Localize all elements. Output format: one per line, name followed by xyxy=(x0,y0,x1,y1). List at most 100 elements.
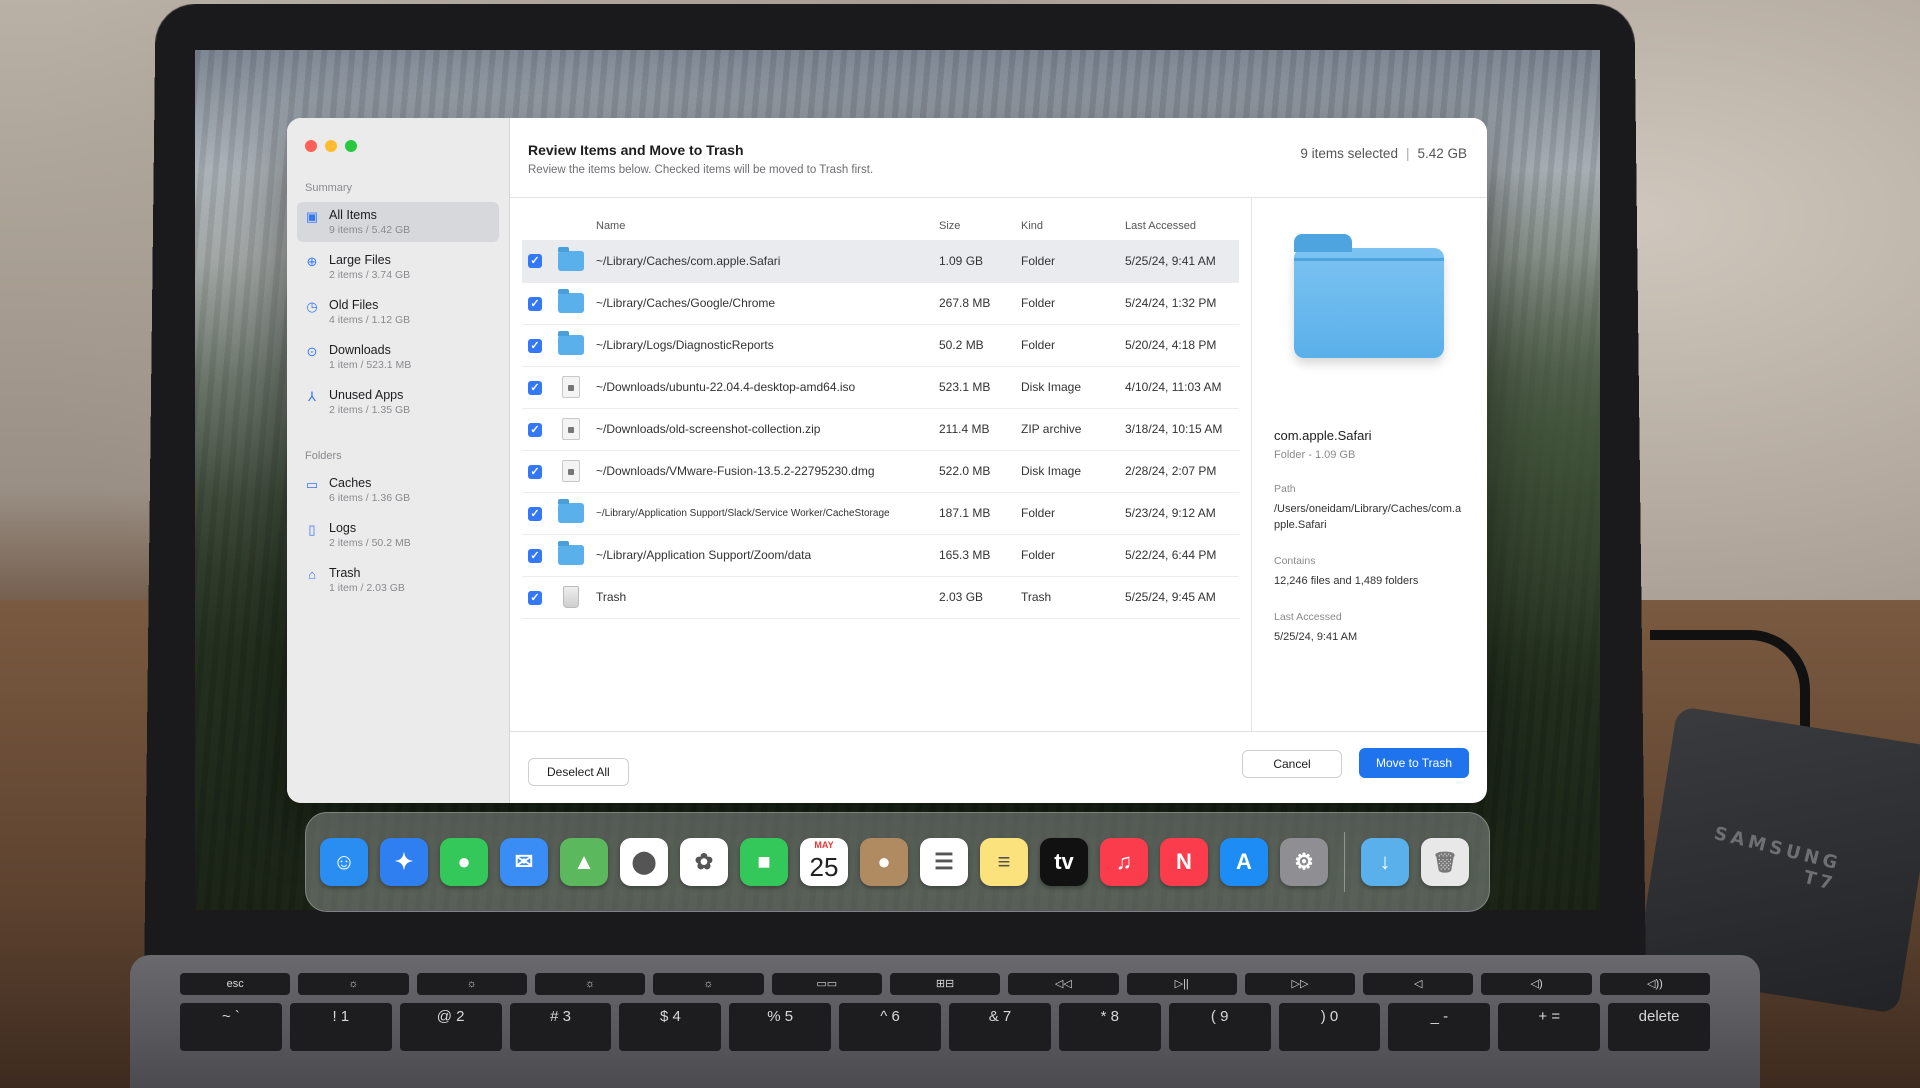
row-kind: Folder xyxy=(1015,282,1119,325)
sidebar-item-count: 2 items / 3.74 GB xyxy=(329,269,411,281)
row-checkbox[interactable]: ✓ xyxy=(528,338,542,353)
row-checkbox-cell: ✓ xyxy=(522,408,552,451)
row-checkbox[interactable]: ✓ xyxy=(528,506,542,521)
key: ▷▷ xyxy=(1244,973,1356,995)
table-row[interactable]: ✓ ~/Library/Application Support/Zoom/data… xyxy=(522,534,1239,577)
music-icon[interactable]: ♫ xyxy=(1100,838,1148,886)
key: esc xyxy=(180,973,291,995)
system-settings-icon[interactable]: ⚙ xyxy=(1280,838,1328,886)
sidebar-item-caches[interactable]: ▭ Caches 6 items / 1.36 GB xyxy=(297,470,499,510)
column-last-accessed[interactable]: Last Accessed xyxy=(1119,206,1239,240)
row-size: 522.0 MB xyxy=(933,450,1015,493)
sidebar-item-old-files[interactable]: ◷ Old Files 4 items / 1.12 GB xyxy=(297,292,499,332)
detail-panel: com.apple.Safari Folder - 1.09 GB Path /… xyxy=(1252,198,1487,731)
column-name[interactable]: Name xyxy=(590,206,933,240)
sidebar-item-logs[interactable]: ▯ Logs 2 items / 50.2 MB xyxy=(297,515,499,555)
downloads-folder-icon[interactable]: ↓ xyxy=(1361,838,1409,886)
deselect-all-button[interactable]: Deselect All xyxy=(528,758,629,786)
google-maps-icon[interactable]: ⬤ xyxy=(620,838,668,886)
minimize-window-button[interactable] xyxy=(325,140,337,152)
apps-icon: ⅄ xyxy=(308,389,316,404)
row-checkbox[interactable]: ✓ xyxy=(528,296,542,311)
summary-heading: Summary xyxy=(305,182,353,194)
messages-icon[interactable]: ● xyxy=(440,838,488,886)
key: ( 9 xyxy=(1168,1003,1271,1051)
detail-kind: Folder - 1.09 GB xyxy=(1274,449,1356,461)
sidebar-item-text: Caches 6 items / 1.36 GB xyxy=(329,476,410,504)
app-window: Summary ▣ All Items 9 items / 5.42 GB ⊕ Larg… xyxy=(287,118,1487,803)
sidebar-item-unused-apps[interactable]: ⅄ Unused Apps 2 items / 1.35 GB xyxy=(297,382,499,422)
photos-icon[interactable]: ✿ xyxy=(680,838,728,886)
sidebar-item-all-items[interactable]: ▣ All Items 9 items / 5.42 GB xyxy=(297,202,499,242)
key: ▭▭ xyxy=(771,973,882,995)
selection-count: 9 items selected xyxy=(1300,146,1398,161)
contacts-icon[interactable]: ● xyxy=(860,838,908,886)
row-kind: Folder xyxy=(1015,534,1119,577)
dock-separator xyxy=(1344,832,1345,892)
row-checkbox[interactable]: ✓ xyxy=(528,590,542,605)
table-row[interactable]: ✓ ~/Library/Logs/DiagnosticReports 50.2 MB… xyxy=(522,324,1239,367)
key: * 8 xyxy=(1058,1003,1161,1051)
selection-summary: 9 items selected | 5.42 GB xyxy=(1300,146,1467,161)
sidebar-item-label: All Items xyxy=(329,208,377,222)
row-checkbox-cell: ✓ xyxy=(522,324,552,367)
key: ◁) xyxy=(1481,973,1592,995)
key: & 7 xyxy=(949,1003,1051,1051)
news-icon[interactable]: N xyxy=(1160,838,1208,886)
row-icon-cell xyxy=(552,408,590,451)
calendar-icon[interactable]: MAY 25 xyxy=(800,838,848,886)
row-size: 523.1 MB xyxy=(933,366,1015,409)
key: ◁◁ xyxy=(1008,973,1119,995)
key: % 5 xyxy=(729,1003,832,1051)
sidebar-item-text: Unused Apps 2 items / 1.35 GB xyxy=(329,388,410,416)
mail-icon[interactable]: ✉ xyxy=(500,838,548,886)
trash-icon xyxy=(563,586,579,608)
apple-tv-icon[interactable]: tv xyxy=(1040,838,1088,886)
row-last-accessed: 5/23/24, 9:12 AM xyxy=(1119,492,1239,535)
row-checkbox[interactable]: ✓ xyxy=(528,380,542,395)
reminders-icon[interactable]: ☰ xyxy=(920,838,968,886)
row-checkbox[interactable]: ✓ xyxy=(528,464,542,479)
row-checkbox[interactable]: ✓ xyxy=(528,422,542,437)
detail-contains-value: 12,246 files and 1,489 folders xyxy=(1274,575,1419,587)
detail-path-value: /Users/oneidam/Library/Caches/com.apple.… xyxy=(1274,503,1462,531)
finder-icon[interactable]: ☺ xyxy=(320,838,368,886)
dock: ☺ ✦ ● ✉ ▲ ⬤ ✿ ■ MAY 25 ● ☰ ≡ tv ♫ N A ⚙ ↓ 🗑 xyxy=(305,812,1490,912)
file-icon xyxy=(562,418,580,440)
column-size[interactable]: Size xyxy=(933,206,1015,240)
zoom-window-button[interactable] xyxy=(345,140,357,152)
table-row[interactable]: ✓ ~/Downloads/VMware-Fusion-13.5.2-227952… xyxy=(522,450,1239,493)
table-row[interactable]: ✓ ~/Library/Caches/com.apple.Safari 1.09 G… xyxy=(522,240,1239,283)
close-window-button[interactable] xyxy=(305,140,317,152)
cancel-button[interactable]: Cancel xyxy=(1242,750,1342,778)
row-checkbox[interactable]: ✓ xyxy=(528,254,542,269)
move-to-trash-button[interactable]: Move to Trash xyxy=(1358,748,1469,778)
app-store-icon[interactable]: A xyxy=(1220,838,1268,886)
notes-icon[interactable]: ≡ xyxy=(980,838,1028,886)
sidebar-item-count: 2 items / 50.2 MB xyxy=(329,537,411,549)
maps-icon[interactable]: ▲ xyxy=(560,838,608,886)
table-row[interactable]: ✓ Trash 2.03 GB Trash 5/25/24, 9:45 AM xyxy=(522,576,1239,619)
table-row[interactable]: ✓ ~/Downloads/old-screenshot-collection.z… xyxy=(522,408,1239,451)
sidebar-item-downloads[interactable]: ⊙ Downloads 1 item / 523.1 MB xyxy=(297,337,499,377)
key: # 3 xyxy=(509,1003,612,1051)
row-kind: Folder xyxy=(1015,240,1119,283)
facetime-icon[interactable]: ■ xyxy=(740,838,788,886)
sidebar-item-trash[interactable]: ⌂ Trash 1 item / 2.03 GB xyxy=(297,560,499,600)
column-kind[interactable]: Kind xyxy=(1015,206,1119,240)
sidebar-item-label: Caches xyxy=(329,476,372,490)
keyboard: esc ☼ ☼ ☼ ☼ ▭▭ ⊞⊟ ◁◁ ▷|| ▷▷ ◁ ◁) ◁)) ~ `! 1 @ 2 # 3 $ 4… xyxy=(130,955,1760,1088)
row-kind: Folder xyxy=(1015,324,1119,367)
table-row[interactable]: ✓ ~/Library/Application Support/Slack/Ser… xyxy=(522,492,1239,535)
detail-accessed-label: Last Accessed xyxy=(1274,611,1342,623)
trash-can-icon[interactable]: 🗑 xyxy=(1421,838,1469,886)
safari-icon[interactable]: ✦ xyxy=(380,838,428,886)
all-items-icon: ▣ xyxy=(305,209,319,224)
sidebar-item-count: 1 item / 523.1 MB xyxy=(329,359,412,371)
row-checkbox[interactable]: ✓ xyxy=(528,548,542,563)
window-controls xyxy=(305,140,499,152)
sidebar-item-label: Trash xyxy=(329,566,361,580)
table-row[interactable]: ✓ ~/Downloads/ubuntu-22.04.4-desktop-amd6… xyxy=(522,366,1239,409)
table-row[interactable]: ✓ ~/Library/Caches/Google/Chrome 267.8 MB F… xyxy=(522,282,1239,325)
sidebar-item-large-files[interactable]: ⊕ Large Files 2 items / 3.74 GB xyxy=(297,247,499,287)
